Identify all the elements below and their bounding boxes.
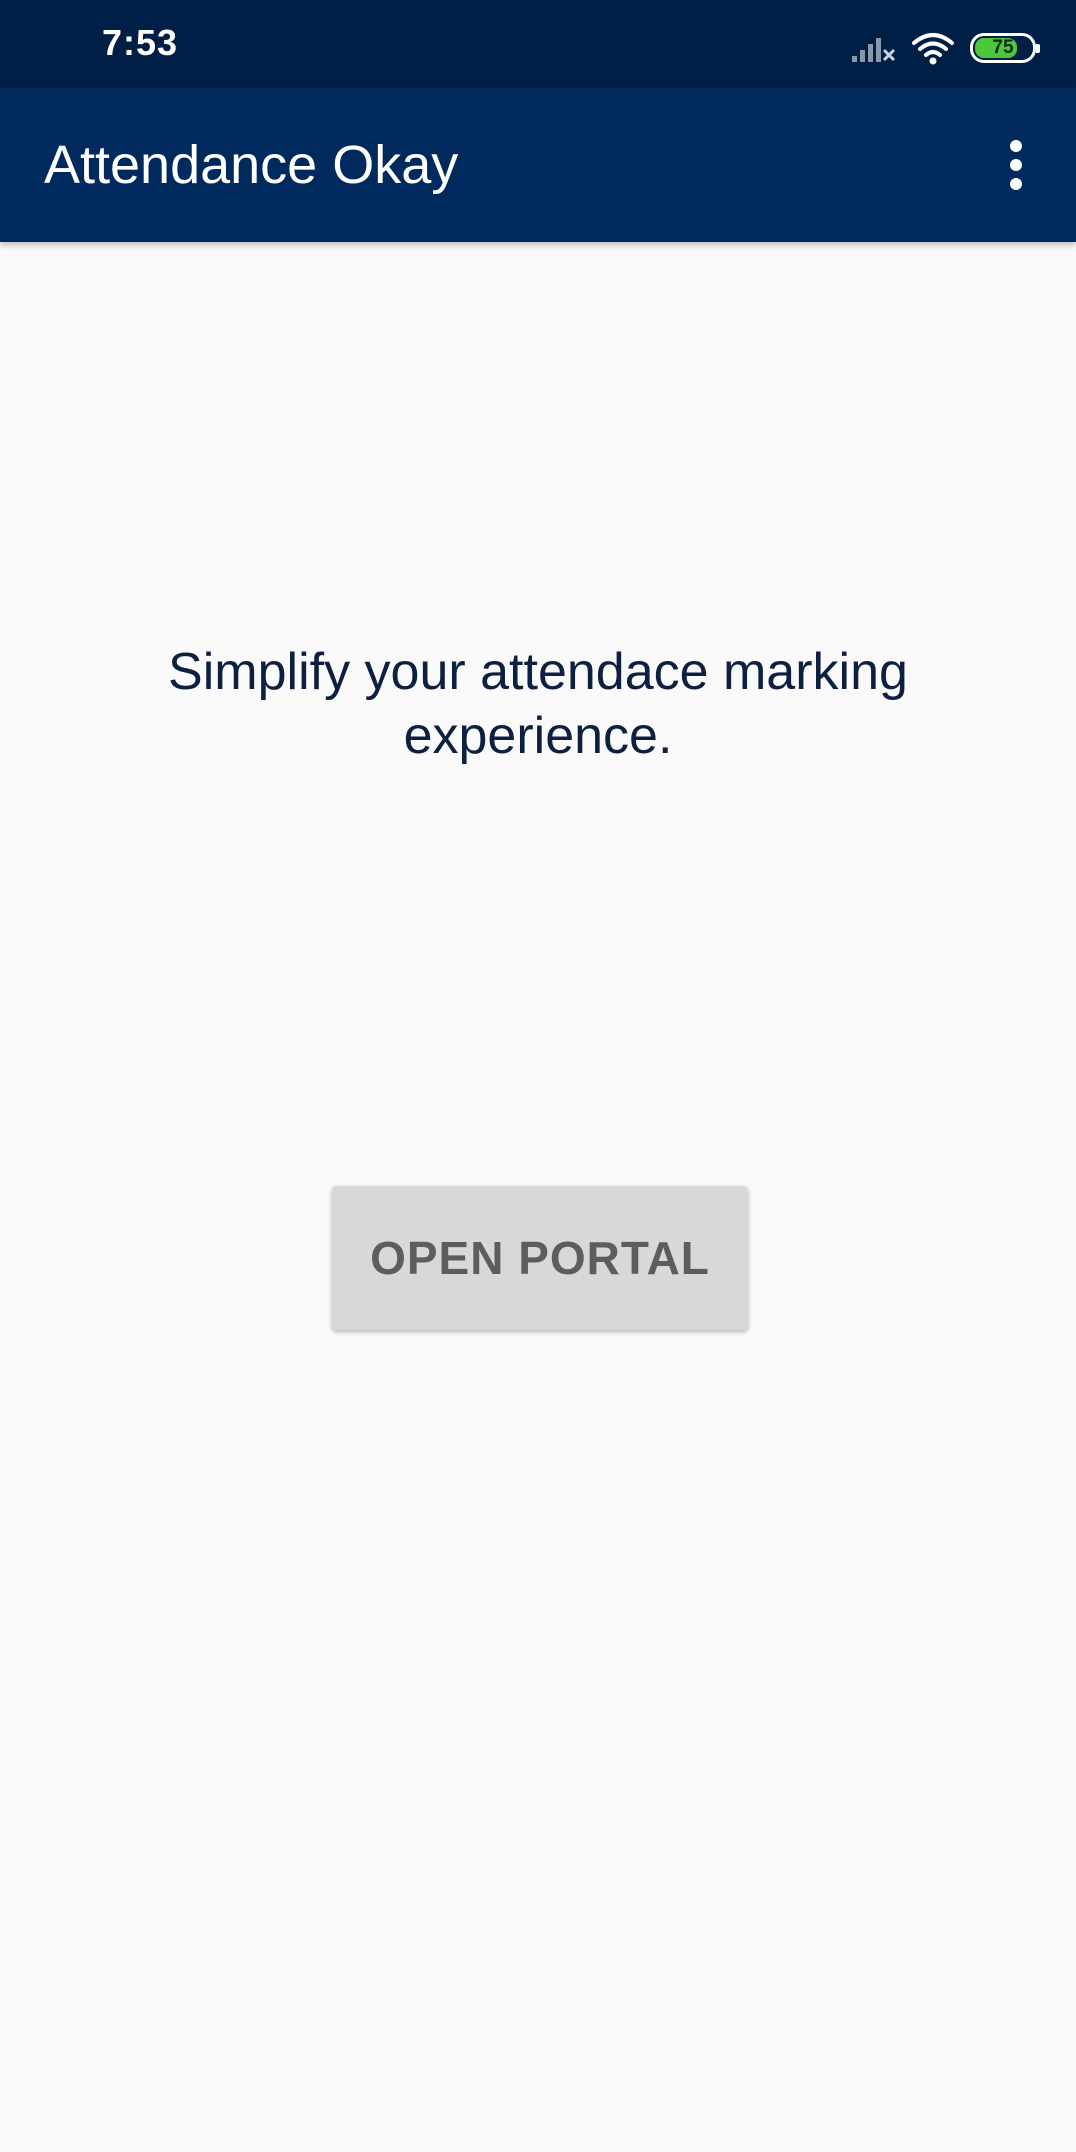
signal-no-service-icon xyxy=(852,32,896,64)
tagline: Simplify your attendace marking experien… xyxy=(168,643,908,765)
menu-dot xyxy=(1010,159,1022,171)
menu-dot xyxy=(1010,178,1022,190)
menu-dot xyxy=(1010,140,1022,152)
app-title: Attendance Okay xyxy=(44,135,459,195)
app-bar: Attendance Okay xyxy=(0,88,1076,242)
more-vert-icon[interactable] xyxy=(976,125,1056,205)
battery-level: 75 xyxy=(992,37,1014,58)
status-bar: 7:53 75 xyxy=(0,0,1076,88)
battery-icon: 75 xyxy=(970,33,1040,63)
status-time: 7:53 xyxy=(102,22,179,63)
status-icons: 75 xyxy=(852,28,1040,68)
wifi-icon xyxy=(912,31,954,65)
open-portal-button[interactable]: OPEN PORTAL xyxy=(332,1186,748,1330)
battery-nub xyxy=(1036,44,1040,53)
